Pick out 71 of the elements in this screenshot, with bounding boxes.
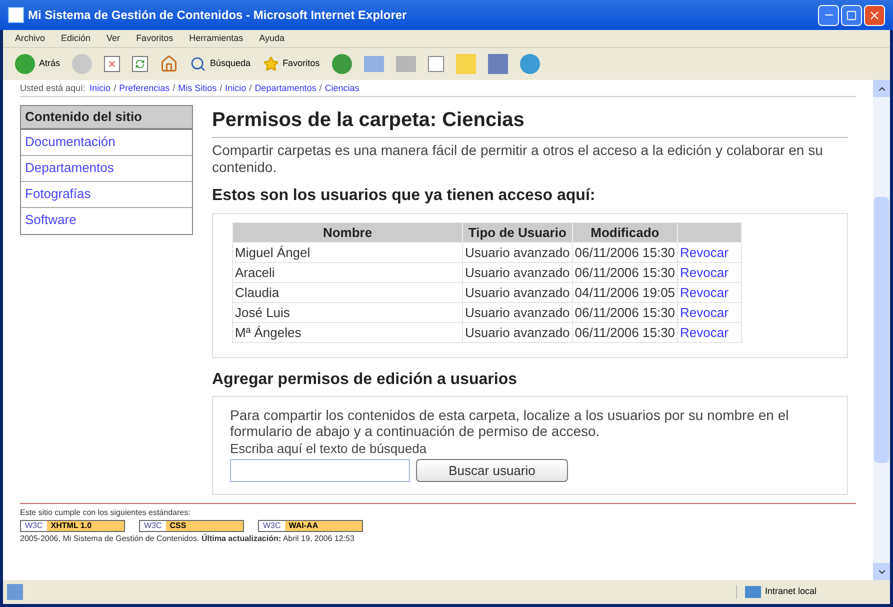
back-button[interactable]: Atrás <box>15 54 60 74</box>
standard-badge: W3C CSS <box>139 520 244 532</box>
breadcrumb-link[interactable]: Ciencias <box>324 83 360 93</box>
breadcrumb-link[interactable]: Mis Sitios <box>178 83 217 93</box>
search-button[interactable]: Búsqueda <box>190 56 251 72</box>
table-cell: Usuario avanzado <box>462 322 572 342</box>
breadcrumb-separator: / <box>172 83 176 93</box>
breadcrumb-separator: / <box>114 83 116 93</box>
breadcrumb-separator: / <box>220 83 222 93</box>
search-user-button[interactable]: Buscar usuario <box>416 459 568 482</box>
breadcrumb-link[interactable]: Inicio <box>225 83 246 93</box>
menu-item[interactable]: Edición <box>61 32 91 46</box>
star-icon <box>262 56 279 72</box>
search-field[interactable] <box>230 459 410 482</box>
search-icon <box>190 56 206 72</box>
standards-text: Este sitio cumple con los siguientes estándares: <box>20 508 192 518</box>
column-header: Modificado <box>572 222 678 242</box>
table-cell: José Luis <box>232 302 462 322</box>
refresh-icon[interactable] <box>132 56 148 72</box>
table-cell: 04/11/2006 19:05 <box>572 282 678 302</box>
instructions-text: Para compartir los contenidos de esta carpeta, localize a los usuarios por su nombre en el formulario de abajo y a continuación de permiso de acceso. <box>230 407 790 439</box>
breadcrumb-link[interactable]: Preferencias <box>119 83 170 93</box>
menu-item[interactable]: Ver <box>106 32 120 46</box>
stop-icon[interactable] <box>104 56 120 72</box>
sidebar-title: Contenido del sitio <box>21 106 192 130</box>
maximize-icon <box>846 10 857 20</box>
breadcrumb-link[interactable]: Departamentos <box>254 83 316 93</box>
table-cell: 06/11/2006 15:30 <box>572 302 678 322</box>
table-cell: Usuario avanzado <box>462 302 572 322</box>
breadcrumb-link[interactable]: Inicio <box>90 83 111 93</box>
minimize-button[interactable] <box>818 4 839 26</box>
search-label: Escriba aquí el texto de búsqueda <box>230 441 428 457</box>
table-cell: Miguel Ángel <box>232 242 462 262</box>
sidebar-item[interactable]: Software <box>21 208 192 234</box>
menu-item[interactable]: Herramientas <box>189 32 244 46</box>
sidebar-item[interactable]: Departamentos <box>21 156 192 182</box>
breadcrumb-label: Usted está aquí: <box>20 83 86 93</box>
menu-item[interactable]: Ayuda <box>259 32 284 46</box>
menu-item[interactable]: Favoritos <box>136 32 174 46</box>
close-button[interactable] <box>864 4 885 26</box>
home-icon[interactable] <box>160 55 178 73</box>
page-title: Permisos de la carpeta: Ciencias <box>212 105 848 138</box>
zone-text: Intranet local <box>765 585 817 598</box>
sidebar-item[interactable]: Fotografías <box>21 182 192 208</box>
table-cell: Araceli <box>232 262 462 282</box>
copyright-text: 2005-2006, Mi Sistema de Gestión de Contenidos. Última actualización: Abril 19, 2006 12:53 <box>20 534 356 544</box>
table-cell: Mª Ángeles <box>232 322 462 342</box>
table-cell: Claudia <box>232 282 462 302</box>
breadcrumb-separator: / <box>249 83 252 93</box>
column-header: Nombre <box>232 222 462 242</box>
breadcrumb-separator: / <box>319 83 322 93</box>
table-cell: Usuario avanzado <box>462 242 572 262</box>
standard-badge: W3C XHTML 1.0 <box>20 520 125 532</box>
table-cell: Usuario avanzado <box>462 282 572 302</box>
column-header: Tipo de Usuario <box>462 222 572 242</box>
table-cell: 06/11/2006 15:30 <box>572 322 678 342</box>
section-heading: Agregar permisos de edición a usuarios <box>212 370 518 390</box>
standard-badge: W3C WAI-AA <box>258 520 363 532</box>
close-icon <box>868 8 881 22</box>
window-title: Mi Sistema de Gestión de Contenidos - Microsoft Internet Explorer <box>28 7 407 24</box>
window-icon <box>8 7 24 23</box>
section-heading: Estos son los usuarios que ya tienen acceso aquí: <box>212 186 596 206</box>
maximize-button[interactable] <box>841 4 862 26</box>
sidebar-item[interactable]: Documentación <box>21 130 192 156</box>
table-cell: 06/11/2006 15:30 <box>572 242 678 262</box>
table-cell: Usuario avanzado <box>462 262 572 282</box>
scrollbar[interactable] <box>873 80 890 580</box>
intro-text: Compartir carpetas es una manera fácil de permitir a otros el acceso a la edición y colaborar en su contenido. <box>212 142 824 176</box>
table-cell: 06/11/2006 15:30 <box>572 262 678 282</box>
menu-item[interactable]: Archivo <box>15 32 46 46</box>
favorites-button[interactable]: Favoritos <box>262 56 320 72</box>
